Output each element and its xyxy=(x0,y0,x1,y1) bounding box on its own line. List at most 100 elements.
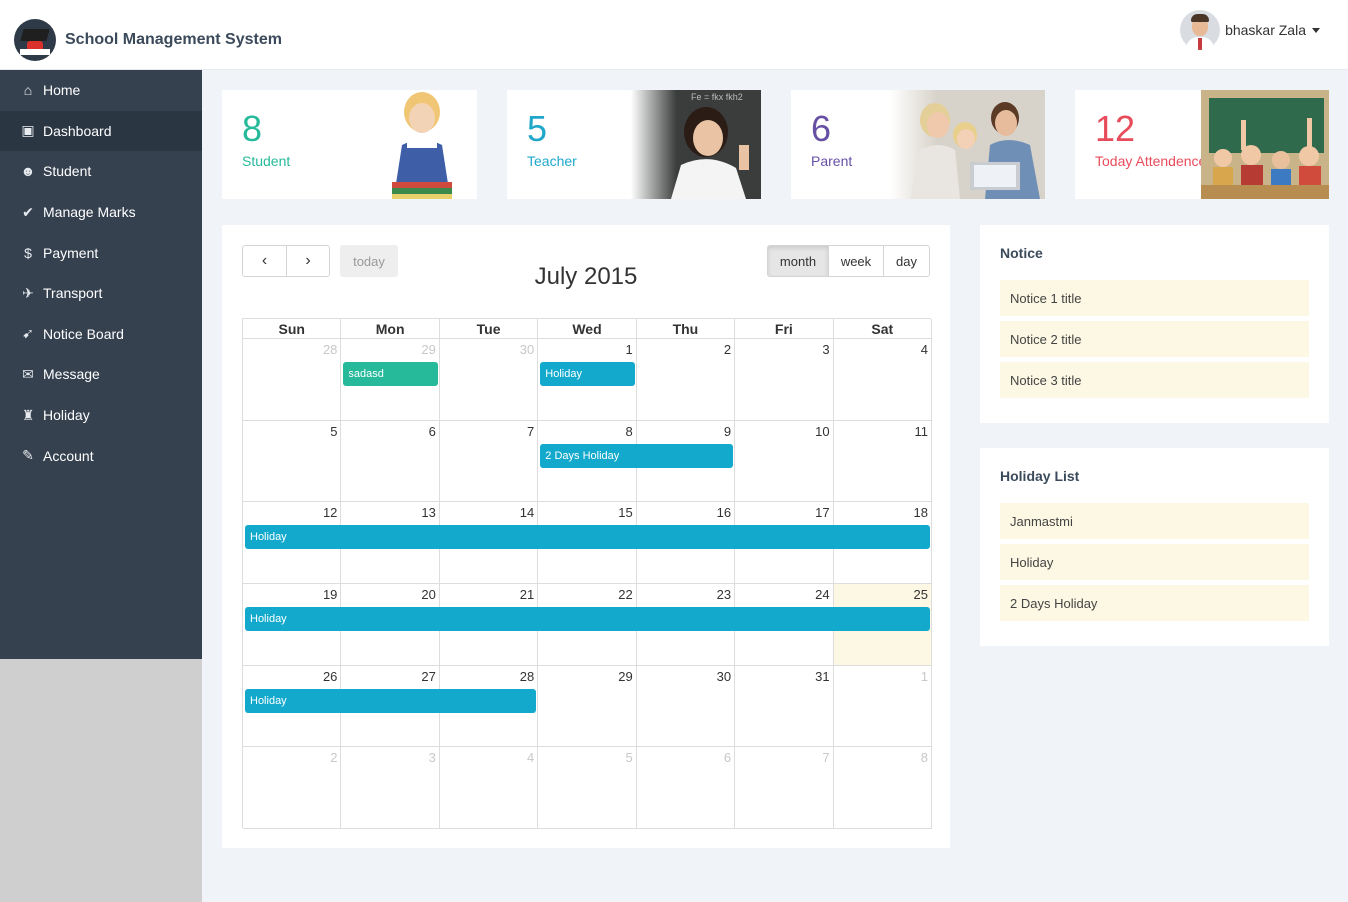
calendar-day-cell[interactable]: 2 xyxy=(243,747,342,829)
stat-card-parent[interactable]: 6 Parent xyxy=(791,90,1045,199)
calendar-day-cell[interactable]: 3 xyxy=(735,339,834,421)
day-number: 5 xyxy=(625,750,633,766)
sidebar-item-account[interactable]: ✎ Account xyxy=(0,435,202,476)
sidebar-item-label: Dashboard xyxy=(43,122,112,139)
sidebar-item-dashboard[interactable]: ▣ Dashboard xyxy=(0,110,202,152)
calendar-day-cell[interactable]: 4 xyxy=(439,747,539,829)
stat-card-attendance[interactable]: 12 Today Attendence xyxy=(1075,90,1329,199)
app-title: School Management System xyxy=(65,31,282,48)
day-number: 7 xyxy=(822,750,830,766)
calendar-day-cell[interactable]: 6 xyxy=(636,747,736,829)
day-number: 19 xyxy=(322,587,338,602)
notice-item[interactable]: Notice 1 title xyxy=(1000,280,1309,316)
day-number: 7 xyxy=(527,423,535,439)
sidebar-item-transport[interactable]: ✈ Transport xyxy=(0,273,202,314)
day-number: 3 xyxy=(428,750,436,766)
calendar-day-cell[interactable]: 6 xyxy=(341,420,440,503)
view-day-button[interactable]: day xyxy=(883,245,930,277)
holiday-item[interactable]: Janmastmi xyxy=(1000,503,1309,539)
holiday-item[interactable]: Holiday xyxy=(1000,544,1309,580)
calendar-day-cell[interactable]: 5 xyxy=(243,420,342,503)
calendar-event[interactable]: Holiday xyxy=(540,362,635,386)
sidebar-item-home[interactable]: ⌂ Home xyxy=(0,70,202,111)
notice-title: Notice xyxy=(1000,245,1043,261)
sidebar-item-payment[interactable]: $ Payment xyxy=(0,232,202,273)
day-number: 15 xyxy=(618,505,633,521)
day-number: 6 xyxy=(428,423,436,439)
stat-value: 5 xyxy=(527,108,548,149)
calendar-event[interactable]: 2 Days Holiday xyxy=(540,443,734,468)
holiday-list-title: Holiday List xyxy=(1000,468,1080,484)
calendar-day-cell[interactable]: 1 xyxy=(833,665,932,748)
day-number: 5 xyxy=(330,423,338,439)
sidebar-item-holiday[interactable]: ♜ Holiday xyxy=(0,395,202,436)
sidebar-item-notice-board[interactable]: ➹ Notice Board xyxy=(0,314,202,355)
user-menu[interactable]: bhaskar Zala xyxy=(1180,10,1320,50)
dollar-icon: $ xyxy=(24,244,32,261)
calendar-day-cell[interactable]: 7 xyxy=(439,420,539,503)
calendar-day-cell[interactable]: 29 xyxy=(538,665,637,748)
calendar-day-cell[interactable]: 8 xyxy=(833,747,932,829)
day-number: 1 xyxy=(920,668,928,684)
calendar-day-cell[interactable]: 7 xyxy=(735,747,834,829)
weekday-header: Mon xyxy=(341,319,440,339)
stat-label: Parent xyxy=(811,153,853,169)
student-icon: ☻ xyxy=(20,163,36,180)
home-icon: ⌂ xyxy=(23,82,33,99)
calendar-day-cell[interactable]: 11 xyxy=(833,420,932,503)
day-number: 21 xyxy=(519,587,535,602)
calendar-day-cell[interactable]: 5 xyxy=(538,747,637,829)
notice-item[interactable]: Notice 3 title xyxy=(1000,362,1309,398)
stat-label: Today Attendence xyxy=(1095,153,1207,169)
sidebar-item-student[interactable]: ☻ Student xyxy=(0,151,202,192)
calendar-day-cell[interactable]: 30 xyxy=(636,665,736,748)
holiday-list-panel: Holiday List Janmastmi Holiday 2 Days Ho… xyxy=(980,448,1329,646)
check-circle-icon: ✔ xyxy=(22,203,34,220)
calendar-event[interactable]: Holiday xyxy=(245,525,930,550)
calendar-day-cell[interactable]: 4 xyxy=(833,339,932,421)
calendar-event[interactable]: Holiday xyxy=(245,688,537,713)
day-number: 18 xyxy=(913,505,928,521)
calendar-day-cell[interactable]: 28 xyxy=(243,339,342,421)
notice-item[interactable]: Notice 2 title xyxy=(1000,321,1309,357)
day-number: 8 xyxy=(920,750,928,766)
day-number: 28 xyxy=(322,342,338,357)
calendar-event[interactable]: Holiday xyxy=(245,607,930,631)
envelope-icon: ✉ xyxy=(22,365,34,382)
view-week-button[interactable]: week xyxy=(828,245,884,277)
calendar-event[interactable]: sadasd xyxy=(343,362,438,386)
top-header: School Management System bhaskar Zala xyxy=(0,0,1348,70)
holiday-item[interactable]: 2 Days Holiday xyxy=(1000,585,1309,621)
day-number: 4 xyxy=(527,750,535,766)
day-number: 13 xyxy=(421,505,436,521)
view-month-button[interactable]: month xyxy=(767,245,829,277)
sidebar: ⌂ Home ▣ Dashboard ☻ Student ✔ Manage Marks $ Pay… xyxy=(0,70,202,659)
sidebar-item-manage-marks[interactable]: ✔ Manage Marks xyxy=(0,192,202,233)
calendar-day-cell[interactable]: 3 xyxy=(341,747,440,829)
pencil-icon: ✎ xyxy=(22,447,34,464)
school-logo[interactable] xyxy=(14,19,56,61)
day-number: 23 xyxy=(716,587,732,602)
day-number: 17 xyxy=(815,505,830,521)
day-number: 11 xyxy=(914,423,928,439)
calendar-day-cell[interactable]: 30 xyxy=(439,339,539,421)
stat-card-teacher[interactable]: 5 Teacher Fe = fkx fkh2 xyxy=(507,90,761,199)
notice-panel: Notice Notice 1 title Notice 2 title Not… xyxy=(980,225,1329,423)
day-number: 14 xyxy=(519,505,535,521)
day-number: 3 xyxy=(822,342,830,357)
sidebar-item-label: Account xyxy=(43,447,94,464)
stat-label: Student xyxy=(242,153,291,169)
calendar-day-cell[interactable]: 10 xyxy=(735,420,834,503)
stat-card-student[interactable]: 8 Student xyxy=(222,90,477,199)
day-number: 20 xyxy=(421,587,436,602)
day-number: 29 xyxy=(618,668,633,684)
calendar-day-cell[interactable]: 31 xyxy=(735,665,834,748)
sidebar-item-message[interactable]: ✉ Message xyxy=(0,354,202,395)
day-number: 26 xyxy=(322,668,338,684)
plane-icon: ✈ xyxy=(22,284,34,301)
stat-value: 12 xyxy=(1095,108,1136,149)
weekday-header: Fri xyxy=(735,319,834,339)
calendar-day-cell[interactable]: 2 xyxy=(636,339,736,421)
calendar-grid: Sun Mon Tue Wed Thu Fri Sat 28 29 30 1 2 3 4 5 6 7 8 9 10 11… xyxy=(242,318,932,829)
day-number: 30 xyxy=(519,342,535,357)
